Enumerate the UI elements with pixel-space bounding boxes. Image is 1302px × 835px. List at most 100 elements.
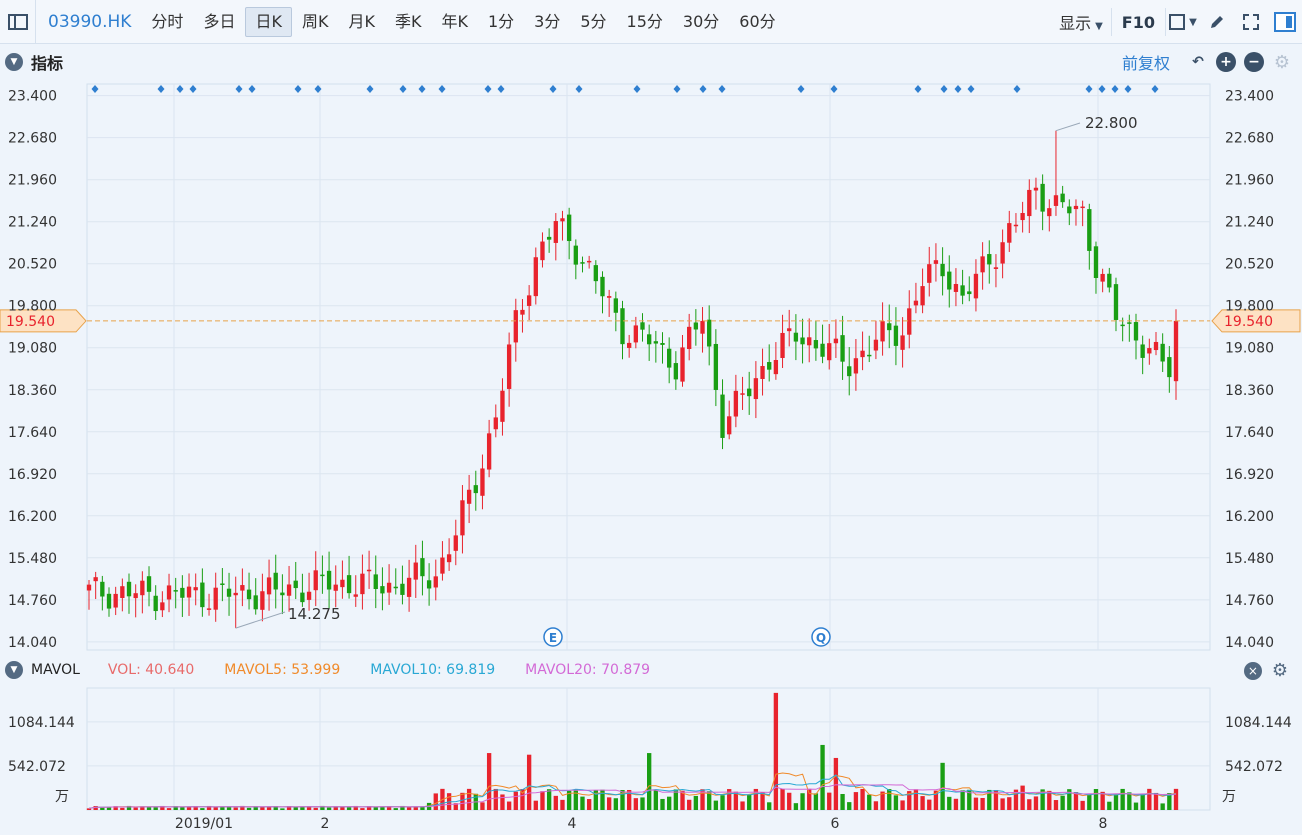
candle-body xyxy=(533,257,538,297)
event-diamond-icon xyxy=(294,85,302,93)
gear-icon[interactable]: ⚙ xyxy=(1272,52,1292,73)
display-label: 显示 xyxy=(1059,14,1092,33)
period-tab[interactable]: 月K xyxy=(338,7,385,37)
price-axis-label-left: 19.080 xyxy=(8,341,57,357)
volume-bar xyxy=(373,806,378,810)
period-tab[interactable]: 季K xyxy=(385,7,432,37)
volume-bar xyxy=(226,806,232,810)
period-tab[interactable]: 3分 xyxy=(524,7,570,37)
volume-bar xyxy=(393,808,398,810)
vol-label: VOL: xyxy=(107,662,141,678)
f10-button[interactable]: F10 xyxy=(1112,13,1165,32)
event-diamond-icon xyxy=(497,85,505,93)
vol-axis-label-right: 542.072 xyxy=(1225,759,1283,775)
candles xyxy=(86,130,1179,629)
volume-bar xyxy=(260,806,265,810)
volume-bar xyxy=(266,807,272,810)
volume-bar xyxy=(613,798,618,810)
candle-body xyxy=(720,394,725,438)
candle-body xyxy=(306,591,312,600)
zoom-in-icon[interactable]: + xyxy=(1216,52,1236,72)
draw-tool-button[interactable] xyxy=(1200,7,1234,37)
volume-bar xyxy=(113,806,118,810)
period-tab[interactable]: 30分 xyxy=(673,7,729,37)
event-marker-label: E xyxy=(549,631,557,645)
panel-layout-button[interactable] xyxy=(1268,7,1302,37)
volume-bar xyxy=(480,802,485,810)
kline-chart[interactable]: 19.540 19.54022.80014.275E Q 23.400 23.4002… xyxy=(0,0,1302,835)
candle-body xyxy=(947,271,952,290)
candle-body xyxy=(1027,189,1032,217)
period-tab[interactable]: 5分 xyxy=(570,7,616,37)
event-diamond-icon xyxy=(967,85,975,93)
candle-body xyxy=(813,340,819,349)
mavol10-legend: MAVOL10: 69.819 xyxy=(370,662,495,678)
candle-body xyxy=(420,558,425,577)
volume-bar xyxy=(606,797,612,810)
period-tab[interactable]: 年K xyxy=(431,7,478,37)
panel-icon xyxy=(1274,12,1296,32)
candle-body xyxy=(973,273,979,299)
candle-body xyxy=(640,322,645,330)
period-tab[interactable]: 周K xyxy=(292,7,339,37)
fullscreen-button[interactable] xyxy=(1234,7,1268,37)
candle-body xyxy=(1033,187,1039,191)
undo-icon[interactable]: ↶ xyxy=(1188,52,1208,72)
price-adjust-button[interactable]: 前复权 xyxy=(1122,50,1170,74)
volume-bar xyxy=(1140,793,1145,810)
candle-body xyxy=(606,296,612,298)
collapse-indicator-button[interactable]: ▼ xyxy=(5,53,23,71)
volume-bar xyxy=(193,806,198,810)
date-axis-label: 8 xyxy=(1099,816,1108,832)
volume-bar xyxy=(520,789,525,810)
candle-body xyxy=(213,587,218,610)
volume-bar xyxy=(680,790,685,810)
volume-bar xyxy=(1000,798,1005,810)
volume-bar xyxy=(106,806,112,810)
stock-code-link[interactable]: 03990.HK xyxy=(36,12,141,32)
candle-body xyxy=(893,325,899,346)
candle-body xyxy=(586,260,592,263)
event-diamond-icon xyxy=(830,85,838,93)
volume-bar xyxy=(1120,788,1125,810)
period-tab[interactable]: 1分 xyxy=(478,7,524,37)
volume-bar xyxy=(980,797,985,810)
volume-bar xyxy=(653,790,659,810)
candle-body xyxy=(707,319,712,347)
display-menu-button[interactable]: 显示 ▼ xyxy=(1051,10,1111,34)
candle-body xyxy=(140,580,145,596)
close-icon[interactable]: × xyxy=(1243,661,1262,680)
candle-body xyxy=(186,586,192,598)
volume-bar xyxy=(333,806,338,810)
period-tab[interactable]: 60分 xyxy=(729,7,785,37)
chart-style-button[interactable]: ▼ xyxy=(1166,7,1200,37)
gear-icon[interactable]: ⚙ xyxy=(1272,660,1288,681)
period-tab[interactable]: 日K xyxy=(245,6,292,37)
period-tab[interactable]: 分时 xyxy=(141,7,193,37)
volume-bar xyxy=(120,807,125,810)
candle-body xyxy=(860,350,865,358)
period-tab[interactable]: 多日 xyxy=(193,7,245,37)
volume-bar xyxy=(700,789,705,810)
zoom-out-icon[interactable]: − xyxy=(1244,52,1264,72)
volume-bar xyxy=(753,788,759,810)
sidebar-icon xyxy=(7,13,28,30)
collapse-volume-button[interactable]: ▼ xyxy=(5,661,23,679)
volume-bar xyxy=(1080,800,1085,810)
event-diamond-icon xyxy=(484,85,492,93)
candle-body xyxy=(293,580,298,589)
volume-bar xyxy=(967,789,972,810)
sidebar-toggle-button[interactable] xyxy=(0,0,36,44)
candle-body xyxy=(820,343,825,357)
candle-body xyxy=(593,265,598,282)
price-axis-label-right: 19.080 xyxy=(1225,341,1274,357)
volume-bar xyxy=(200,808,205,810)
candle-body xyxy=(406,577,412,597)
candle-body xyxy=(1093,246,1099,279)
candle-body xyxy=(1173,320,1179,382)
event-diamond-icon xyxy=(914,85,922,93)
price-axis-label-left: 16.200 xyxy=(8,509,57,525)
volume-bar xyxy=(720,795,725,810)
event-diamond-icon xyxy=(673,85,681,93)
period-tab[interactable]: 15分 xyxy=(617,7,673,37)
